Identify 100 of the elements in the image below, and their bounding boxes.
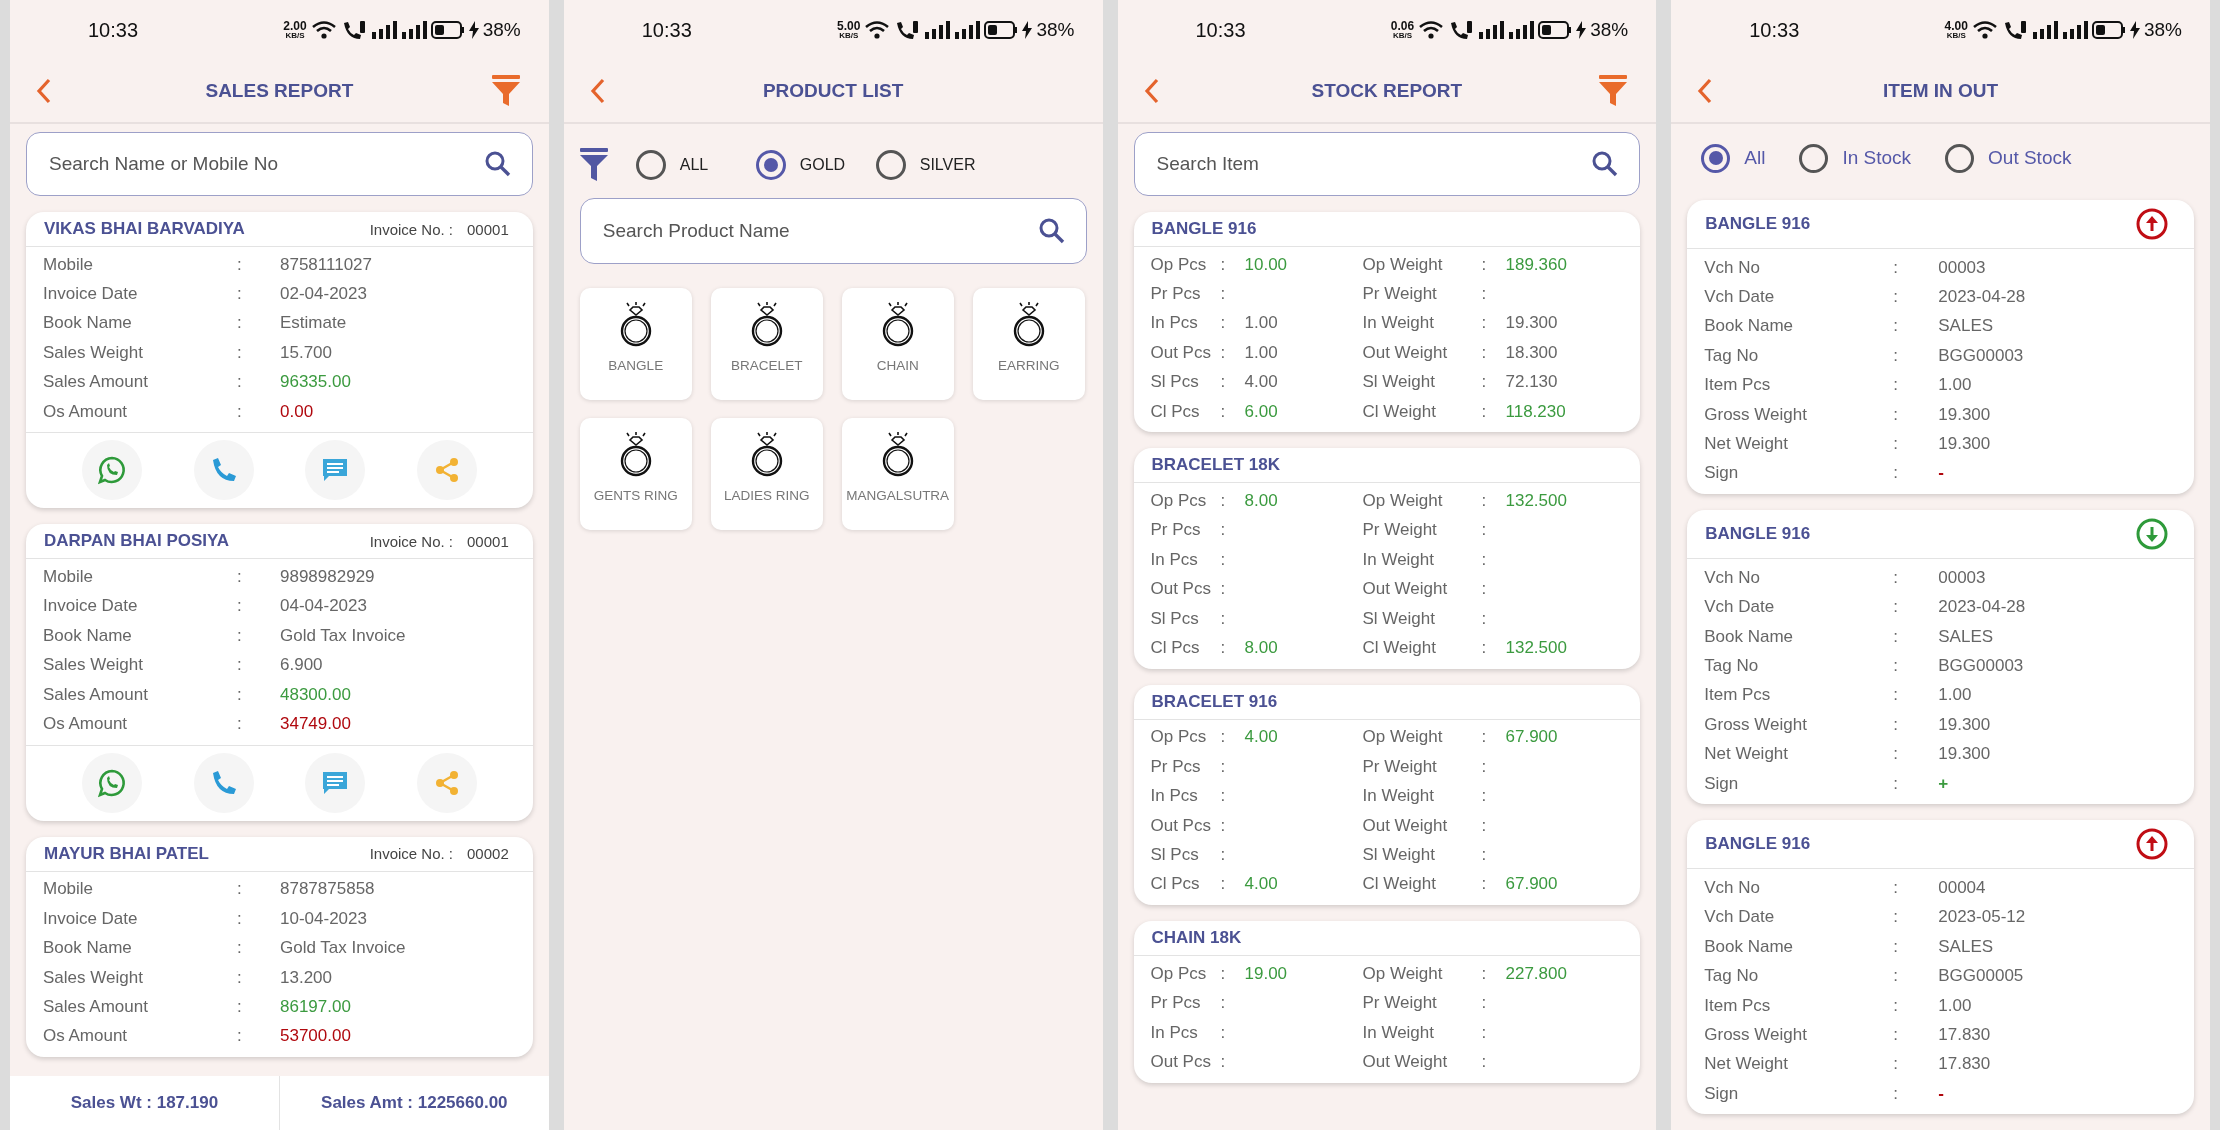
product-tile[interactable]: EARRING bbox=[972, 288, 1085, 400]
back-icon[interactable] bbox=[36, 78, 52, 104]
colon: : bbox=[237, 967, 243, 988]
field-label: Out Pcs bbox=[1150, 815, 1212, 836]
colon: : bbox=[1220, 1022, 1227, 1043]
chat-phone-icon bbox=[96, 455, 127, 486]
stock-card[interactable]: BRACELET 916 Op Pcs : 4.00 Op Weight : 67.900 Pr Pcs : Pr Weight : In Pcs : In Weight : Out Pcs : Out Weight : Sl Pcs : Sl Weight : Cl Pcs : 4.00 Cl Weight : 67.900 bbox=[1133, 684, 1641, 906]
colon: : bbox=[1220, 844, 1227, 865]
search-icon[interactable] bbox=[1038, 218, 1065, 244]
field-label: Vch No bbox=[1704, 877, 1761, 898]
field-label: Vch Date bbox=[1704, 597, 1776, 618]
invoice-number: 00001 bbox=[467, 220, 509, 238]
battery-icon bbox=[430, 21, 465, 39]
product-tile[interactable]: LADIES RING bbox=[710, 418, 823, 530]
field-label: In Pcs bbox=[1150, 549, 1199, 570]
colon: : bbox=[1220, 401, 1227, 422]
field-label: Book Name bbox=[1704, 316, 1795, 337]
field-value: 2023-04-28 bbox=[1938, 287, 2026, 307]
field-value: 04-04-2023 bbox=[280, 596, 368, 617]
field-label: Net Weight bbox=[1704, 744, 1790, 765]
colon: : bbox=[1893, 404, 1899, 425]
colon: : bbox=[1893, 626, 1899, 647]
field-label: In Weight bbox=[1362, 549, 1435, 570]
product-tile[interactable]: BRACELET bbox=[710, 288, 823, 400]
field-value: 19.300 bbox=[1938, 744, 1991, 764]
battery-percent: 38% bbox=[1036, 19, 1075, 41]
field-value: 8758111027 bbox=[280, 254, 374, 275]
sales-card[interactable]: DARPAN BHAI POSIYA Invoice No. : 00001 Mobile : 9898982929 Invoice Date : 04-04-2023 Book Name : Gold Tax Invoice Sales Weight : 6.900 Sales Amount : 48300.00 Os Amount : 34749.00 bbox=[26, 524, 533, 821]
field-label: Gross Weight bbox=[1704, 1024, 1808, 1045]
field-label: Book Name bbox=[43, 938, 133, 959]
field-label: Out Weight bbox=[1362, 342, 1449, 363]
colon: : bbox=[1481, 608, 1488, 629]
sales-card[interactable]: MAYUR BHAI PATEL Invoice No. : 00002 Mobile : 8787875858 Invoice Date : 10-04-2023 Book Name : Gold Tax Invoice Sales Weight : 13.200 Sales Amount : 86197.00 Os Amount : 53700.00 bbox=[26, 836, 533, 1058]
customer-name: VIKAS BHAI BARVADIYA bbox=[44, 219, 245, 239]
transaction-card[interactable]: BANGLE 916 Vch No : 00003 Vch Date : 2023-04-28 Book Name : SALES Tag No : BGG00003 Item Pcs : 1.00 Gross Weight : 19.300 Net Weight : 19.300 Sign : - bbox=[1687, 200, 2194, 495]
network-speed: 2.00 bbox=[283, 20, 307, 32]
radio-option[interactable]: In Stock bbox=[1799, 143, 1912, 173]
radio-option[interactable]: All bbox=[1701, 143, 1766, 173]
product-tile[interactable]: GENTS RING bbox=[579, 418, 692, 530]
filter-icon[interactable] bbox=[490, 75, 521, 107]
ring-icon bbox=[618, 302, 653, 348]
field-value: - bbox=[1938, 463, 1944, 483]
colon: : bbox=[1481, 284, 1488, 305]
field-label: Invoice Date bbox=[43, 908, 139, 929]
filter-icon[interactable] bbox=[1598, 75, 1629, 107]
colon: : bbox=[1220, 993, 1227, 1014]
colon: : bbox=[1893, 995, 1899, 1016]
field-value: 34749.00 bbox=[280, 714, 352, 734]
field-label: Item Pcs bbox=[1704, 685, 1772, 706]
transaction-card[interactable]: BANGLE 916 Vch No : 00003 Vch Date : 2023-04-28 Book Name : SALES Tag No : BGG00003 Item Pcs : 1.00 Gross Weight : 19.300 Net Weight : 19.300 Sign : + bbox=[1687, 510, 2194, 805]
field-label: Op Weight bbox=[1362, 491, 1444, 512]
search-field[interactable]: Search Item bbox=[1133, 132, 1641, 196]
field-label: Sl Pcs bbox=[1150, 372, 1200, 393]
search-field[interactable]: Search Product Name bbox=[579, 198, 1087, 264]
colon: : bbox=[1220, 874, 1227, 895]
filter-icon[interactable] bbox=[579, 148, 608, 182]
product-tile[interactable]: CHAIN bbox=[841, 288, 954, 400]
network-speed: 4.00 bbox=[1944, 20, 1968, 32]
colon: : bbox=[237, 655, 243, 676]
invoice-label: Invoice No. : bbox=[369, 532, 454, 550]
colon: : bbox=[1893, 907, 1899, 928]
field-value: 67.900 bbox=[1505, 727, 1558, 747]
product-tile[interactable]: BANGLE bbox=[579, 288, 692, 400]
customer-name: MAYUR BHAI PATEL bbox=[44, 843, 209, 864]
field-value: 02-04-2023 bbox=[280, 284, 368, 305]
colon: : bbox=[237, 342, 243, 363]
stock-card[interactable]: BRACELET 18K Op Pcs : 8.00 Op Weight : 132.500 Pr Pcs : Pr Weight : In Pcs : In Weight : Out Pcs : Out Weight : Sl Pcs : Sl Weight : Cl Pcs : 8.00 Cl Weight : 132.500 bbox=[1133, 448, 1641, 669]
stock-card[interactable]: CHAIN 18K Op Pcs : 19.00 Op Weight : 227.800 Pr Pcs : Pr Weight : In Pcs : In Weight : Out Pcs : Out Weight : bbox=[1133, 921, 1641, 1083]
back-icon[interactable] bbox=[1697, 78, 1714, 104]
wifi-icon bbox=[1971, 20, 1998, 40]
field-label: Pr Weight bbox=[1362, 520, 1438, 541]
field-value: 13.200 bbox=[280, 967, 333, 988]
product-tile[interactable]: MANGALSUTRA bbox=[841, 418, 954, 530]
field-label: Vch Date bbox=[1704, 287, 1776, 308]
field-value: 189.360 bbox=[1505, 254, 1567, 274]
colon: : bbox=[1481, 874, 1488, 895]
search-icon[interactable] bbox=[484, 151, 511, 177]
field-label: Sales Amount bbox=[43, 996, 149, 1017]
radio-option[interactable]: GOLD bbox=[755, 150, 848, 180]
field-label: Invoice Date bbox=[43, 596, 139, 617]
stock-card[interactable] bbox=[1133, 212, 1641, 433]
radio-option[interactable]: Out Stock bbox=[1945, 143, 2072, 173]
radio-option[interactable]: ALL bbox=[635, 150, 728, 180]
colon: : bbox=[237, 908, 243, 929]
back-icon[interactable] bbox=[1143, 78, 1160, 104]
field-label: Out Weight bbox=[1362, 579, 1449, 600]
sales-card[interactable]: VIKAS BHAI BARVADIYA Invoice No. : 00001 Mobile : 8758111027 Invoice Date : 02-04-2023 Book Name : Estimate Sales Weight : 15.700 Sales Amount : 96335.00 Os Amount : 0.00 bbox=[26, 212, 533, 509]
search-field[interactable]: Search Name or Mobile No bbox=[26, 132, 533, 196]
colon: : bbox=[1220, 815, 1227, 836]
search-icon[interactable] bbox=[1592, 151, 1619, 177]
total-summary: Sales Wt : 187.190 bbox=[69, 1092, 220, 1114]
field-label: Sales Weight bbox=[43, 655, 144, 676]
back-icon[interactable] bbox=[589, 78, 606, 104]
total-summary: Sales Amt : 1225660.00 bbox=[278, 1076, 549, 1130]
transaction-card[interactable]: BANGLE 916 Vch No : 00004 Vch Date : 2023-05-12 Book Name : SALES Tag No : BGG00005 Item Pcs : 1.00 Gross Weight : 17.830 Net Weight : 17.830 Sign : - bbox=[1687, 820, 2194, 1115]
field-label: Out Pcs bbox=[1150, 1051, 1212, 1072]
field-value: 19.00 bbox=[1244, 963, 1288, 983]
radio-option[interactable]: SILVER bbox=[875, 150, 976, 180]
colon: : bbox=[1481, 756, 1488, 777]
ring-icon bbox=[749, 302, 784, 348]
